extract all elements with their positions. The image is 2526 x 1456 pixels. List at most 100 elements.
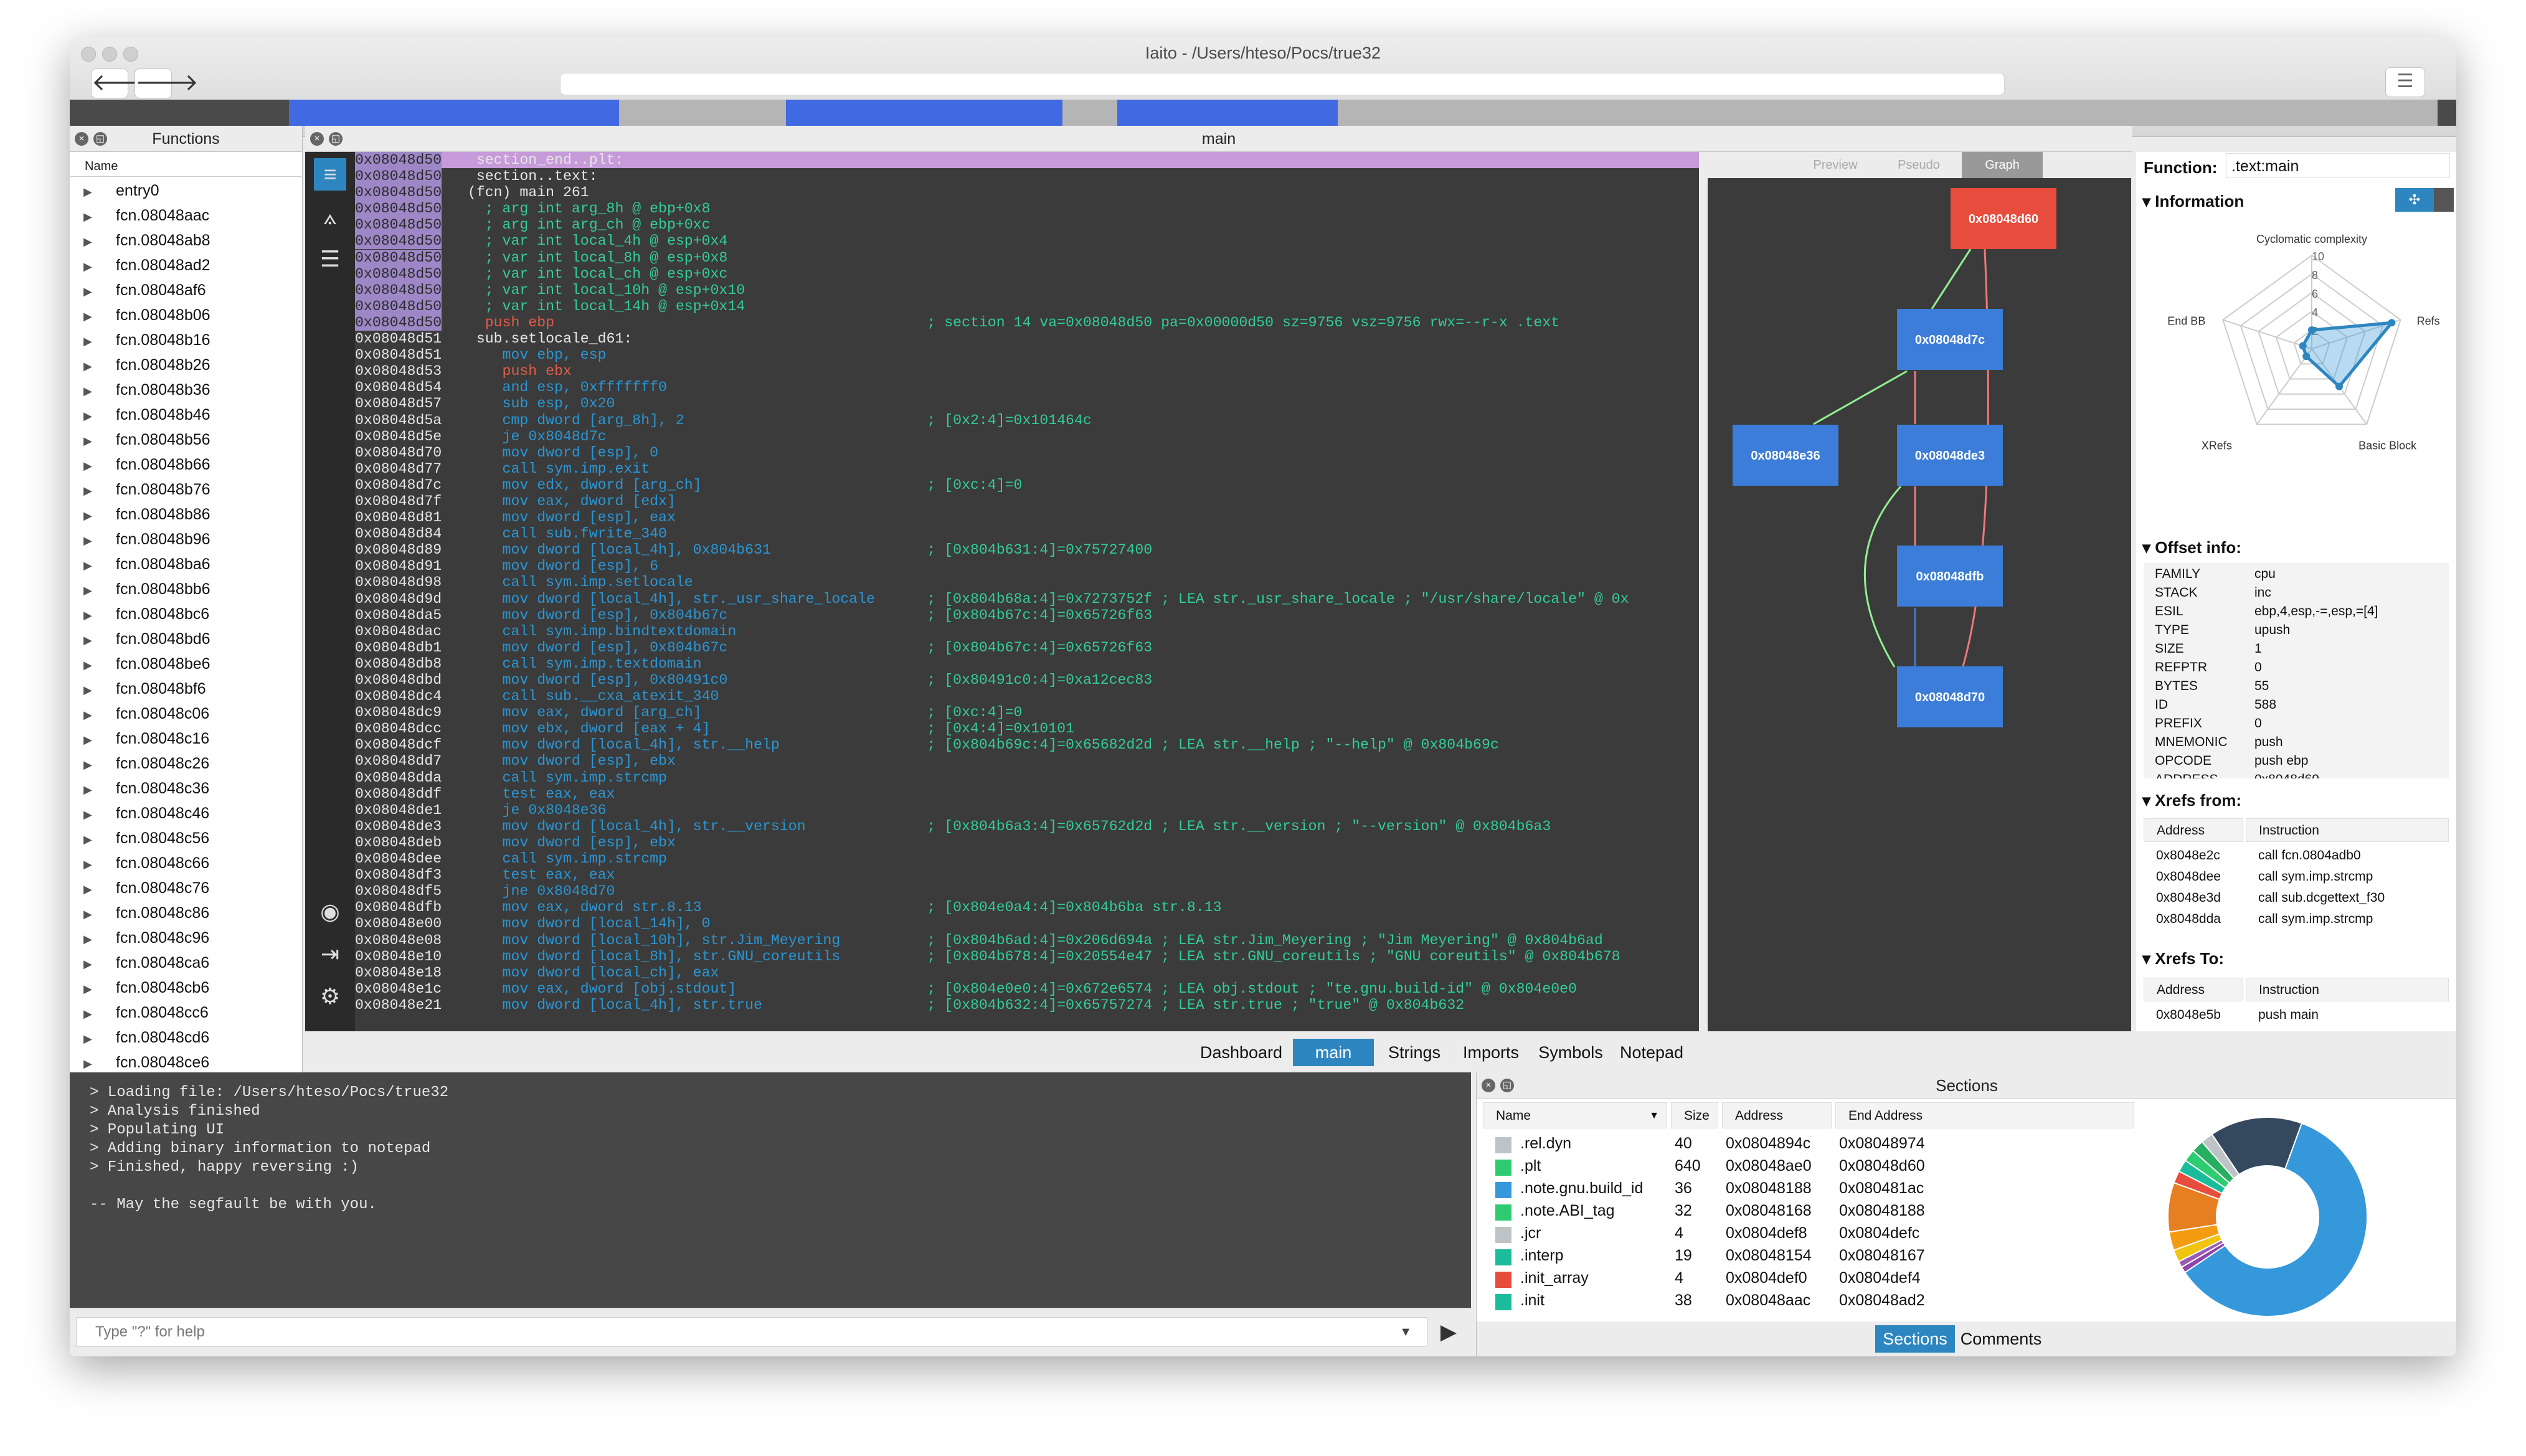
disasm-line[interactable]: 0x08048d50 ; var int local_14h @ esp+0x1…	[355, 298, 1699, 314]
disasm-line[interactable]: 0x08048de3 mov dword [local_4h], str.__v…	[355, 818, 1699, 834]
disasm-line[interactable]: 0x08048dd7 mov dword [esp], ebx	[355, 753, 1699, 769]
disasm-line[interactable]: 0x08048d84 call sub.fwrite_340	[355, 526, 1699, 542]
float-icon[interactable]: ◱	[329, 132, 343, 146]
tab-sections[interactable]: Sections	[1875, 1325, 1955, 1353]
sections-col-name[interactable]: Name ▼	[1483, 1102, 1667, 1128]
function-item[interactable]: ▶ fcn.08048aac	[70, 203, 303, 228]
expand-icon[interactable]: ▶	[83, 478, 116, 503]
expand-icon[interactable]: ▶	[83, 727, 116, 752]
disasm-line[interactable]: 0x08048d50 section_end..plt:	[355, 152, 1699, 169]
disasm-line[interactable]: 0x08048d51 sub.setlocale_d61:	[355, 331, 1699, 347]
expand-icon[interactable]: ▶	[83, 877, 116, 902]
function-item[interactable]: ▶ fcn.08048b16	[70, 328, 303, 352]
disasm-line[interactable]: 0x08048d50 ; arg int arg_ch @ ebp+0xc	[355, 217, 1699, 234]
expand-icon[interactable]: ▶	[83, 578, 116, 603]
seek-segment[interactable]	[289, 100, 619, 126]
expand-icon[interactable]: ▶	[83, 279, 116, 304]
expand-icon[interactable]: ▶	[83, 304, 116, 329]
disasm-line[interactable]: 0x08048df5 jne 0x8048d70	[355, 883, 1699, 899]
function-item[interactable]: ▶ fcn.08048ce6	[70, 1050, 303, 1069]
function-item[interactable]: ▶ fcn.08048ba6	[70, 552, 303, 577]
section-row[interactable]: .note.ABI_tag 32 0x08048168 0x08048188	[1477, 1199, 2155, 1222]
tab-imports[interactable]: Imports	[1455, 1039, 1527, 1066]
expand-icon[interactable]: ▶	[83, 653, 116, 678]
disasm-line[interactable]: 0x08048db8 call sym.imp.textdomain	[355, 656, 1699, 672]
function-item[interactable]: ▶ fcn.08048b26	[70, 352, 303, 377]
disasm-line[interactable]: 0x08048d50 section..text:	[355, 168, 1699, 185]
function-item[interactable]: ▶ fcn.08048c96	[70, 925, 303, 950]
seek-segment[interactable]	[786, 100, 1062, 126]
list-icon[interactable]: ☰	[314, 243, 346, 275]
expand-icon[interactable]: ▶	[83, 952, 116, 976]
expand-icon[interactable]: ▶	[83, 852, 116, 877]
disasm-line[interactable]: 0x08048d5e je 0x8048d7c	[355, 428, 1699, 445]
function-item[interactable]: ▶ fcn.08048bf6	[70, 676, 303, 701]
xrefs-from-col-instruction[interactable]: Instruction	[2246, 818, 2449, 842]
function-item[interactable]: ▶ fcn.08048af6	[70, 278, 303, 303]
expand-icon[interactable]: ▶	[83, 254, 116, 279]
xref-row[interactable]: 0x8048e2c call fcn.0804adb0	[2144, 846, 2449, 867]
function-item[interactable]: ▶ fcn.08048c56	[70, 826, 303, 851]
expand-icon[interactable]: ▶	[83, 702, 116, 727]
tab-strings[interactable]: Strings	[1379, 1039, 1450, 1066]
function-item[interactable]: ▶ fcn.08048bd6	[70, 626, 303, 651]
disasm-line[interactable]: 0x08048d50 push ebp ; section 14 va=0x08…	[355, 314, 1699, 331]
function-item[interactable]: ▶ fcn.08048c36	[70, 776, 303, 801]
function-item[interactable]: ▶ fcn.08048b36	[70, 377, 303, 402]
xrefs-from-header[interactable]: ▾ Xrefs from:	[2142, 791, 2241, 810]
menu-button[interactable]: ☰	[2385, 67, 2425, 97]
function-item[interactable]: ▶ fcn.08048b46	[70, 402, 303, 427]
functions-column-name[interactable]: Name	[70, 152, 303, 177]
disasm-line[interactable]: 0x08048d81 mov dword [esp], eax	[355, 509, 1699, 526]
function-item[interactable]: ▶ fcn.08048c66	[70, 851, 303, 876]
xrefs-to-col-address[interactable]: Address	[2144, 978, 2243, 1001]
tab-main[interactable]: main	[1293, 1039, 1374, 1066]
function-item[interactable]: ▶ fcn.08048b06	[70, 303, 303, 328]
function-item[interactable]: ▶ fcn.08048b96	[70, 527, 303, 552]
xrefs-from-col-address[interactable]: Address	[2144, 818, 2243, 842]
disasm-line[interactable]: 0x08048d77 call sym.imp.exit	[355, 461, 1699, 477]
function-item[interactable]: ▶ fcn.08048b76	[70, 477, 303, 502]
disasm-line[interactable]: 0x08048d50 ; var int local_8h @ esp+0x8	[355, 249, 1699, 266]
expand-icon[interactable]: ▶	[83, 603, 116, 628]
disasm-line[interactable]: 0x08048d53 push ebx	[355, 363, 1699, 379]
xref-row[interactable]: 0x8048e5b push main	[2144, 1005, 2449, 1026]
function-item[interactable]: ▶ fcn.08048cd6	[70, 1025, 303, 1050]
xref-row[interactable]: 0x8048dda call sym.imp.strcmp	[2144, 909, 2449, 930]
graph-node[interactable]: 0x08048e36	[1733, 425, 1838, 486]
seek-segment[interactable]	[1117, 100, 1338, 126]
expand-icon[interactable]: ▶	[83, 428, 116, 453]
expand-icon[interactable]: ▶	[83, 976, 116, 1001]
expand-icon[interactable]: ▶	[83, 453, 116, 478]
function-item[interactable]: ▶ fcn.08048ad2	[70, 253, 303, 278]
expand-icon[interactable]: ▶	[83, 229, 116, 254]
disassembly-view[interactable]: 0x08048d50 section_end..plt: 0x08048d50 s…	[355, 152, 1699, 1031]
disasm-line[interactable]: 0x08048d70 mov dword [esp], 0	[355, 445, 1699, 461]
radar-view-button[interactable]: ✣	[2395, 188, 2434, 212]
seek-segment[interactable]	[1338, 100, 2438, 126]
disasm-line[interactable]: 0x08048e1c mov eax, dword [obj.stdout] ;…	[355, 981, 1699, 997]
seek-segment[interactable]	[619, 100, 786, 126]
function-item[interactable]: ▶ fcn.08048ca6	[70, 950, 303, 975]
disasm-line[interactable]: 0x08048de1 je 0x8048e36	[355, 802, 1699, 818]
tab-notepad[interactable]: Notepad	[1613, 1039, 1690, 1066]
xref-row[interactable]: 0x8048e3d call sub.dcgettext_f30	[2144, 888, 2449, 909]
section-row[interactable]: .init 38 0x08048aac 0x08048ad2	[1477, 1289, 2155, 1312]
disasm-line[interactable]: 0x08048deb mov dword [esp], ebx	[355, 834, 1699, 851]
disasm-line[interactable]: 0x08048dda call sym.imp.strcmp	[355, 770, 1699, 786]
disasm-line[interactable]: 0x08048d51 mov ebp, esp	[355, 347, 1699, 363]
disasm-line[interactable]: 0x08048dcf mov dword [local_4h], str.__h…	[355, 737, 1699, 753]
expand-icon[interactable]: ▶	[83, 354, 116, 379]
function-item[interactable]: ▶ fcn.08048cb6	[70, 975, 303, 1000]
graph-node[interactable]: 0x08048d60	[1951, 188, 2056, 249]
section-row[interactable]: .init_array 4 0x0804def0 0x0804def4	[1477, 1267, 2155, 1289]
expand-icon[interactable]: ▶	[83, 404, 116, 428]
function-item[interactable]: ▶ fcn.08048c76	[70, 876, 303, 901]
expand-icon[interactable]: ▶	[83, 503, 116, 528]
disasm-line[interactable]: 0x08048e00 mov dword [local_14h], 0	[355, 915, 1699, 932]
disasm-line[interactable]: 0x08048d9d mov dword [local_4h], str._us…	[355, 591, 1699, 607]
graph-icon[interactable]: ⟑	[314, 201, 346, 233]
disasm-line[interactable]: 0x08048d91 mov dword [esp], 6	[355, 558, 1699, 574]
disasm-line[interactable]: 0x08048df3 test eax, eax	[355, 867, 1699, 883]
graph-node[interactable]: 0x08048d7c	[1897, 309, 2003, 370]
